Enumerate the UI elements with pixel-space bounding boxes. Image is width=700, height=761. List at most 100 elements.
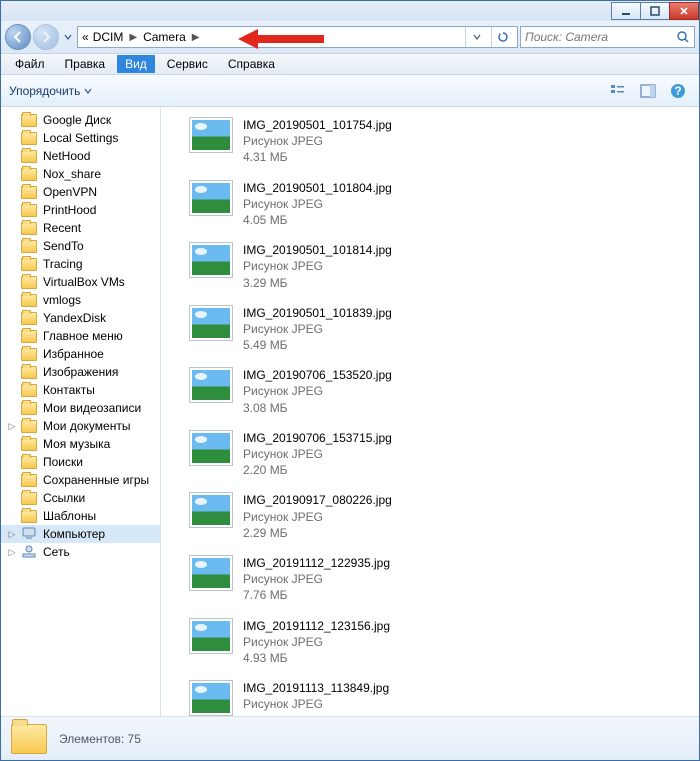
tree-item[interactable]: Контакты — [1, 381, 160, 399]
file-type: Рисунок JPEG — [243, 321, 392, 337]
menu-file[interactable]: Файл — [7, 55, 53, 73]
folder-icon — [21, 222, 37, 235]
network-icon — [21, 545, 37, 559]
tree-item[interactable]: vmlogs — [1, 291, 160, 309]
folder-icon — [21, 204, 37, 217]
search-box[interactable] — [520, 26, 695, 48]
tree-item[interactable]: Мои видеозаписи — [1, 399, 160, 417]
file-item[interactable]: IMG_20191112_122935.jpgРисунок JPEG7.76 … — [161, 551, 699, 614]
file-size: 4.93 МБ — [243, 650, 390, 666]
folder-icon — [21, 438, 37, 451]
folder-icon — [21, 114, 37, 127]
file-item[interactable]: IMG_20191113_113849.jpgРисунок JPEG — [161, 676, 699, 716]
forward-button[interactable] — [33, 24, 59, 50]
menu-edit[interactable]: Правка — [57, 55, 114, 73]
tree-item-label: Recent — [43, 221, 81, 235]
tree-item[interactable]: Tracing — [1, 255, 160, 273]
file-item[interactable]: IMG_20190706_153715.jpgРисунок JPEG2.20 … — [161, 426, 699, 489]
tree-item[interactable]: ▷Компьютер — [1, 525, 160, 543]
tree-item[interactable]: Recent — [1, 219, 160, 237]
tree-item[interactable]: Сохраненные игры — [1, 471, 160, 489]
file-name: IMG_20190501_101814.jpg — [243, 242, 392, 258]
file-name: IMG_20191112_122935.jpg — [243, 555, 390, 571]
organize-button[interactable]: Упорядочить — [9, 84, 92, 98]
minimize-button[interactable] — [611, 2, 641, 20]
file-meta: IMG_20190917_080226.jpgРисунок JPEG2.29 … — [243, 492, 392, 541]
help-button[interactable]: ? — [665, 79, 691, 103]
preview-pane-button[interactable] — [635, 79, 661, 103]
address-dropdown[interactable] — [465, 27, 487, 47]
tree-item-label: Ссылки — [43, 491, 85, 505]
image-thumbnail-icon — [189, 180, 233, 216]
expand-icon[interactable]: ▷ — [7, 529, 17, 540]
chevron-right-icon: ▶ — [127, 32, 139, 43]
file-name: IMG_20191112_123156.jpg — [243, 618, 390, 634]
tree-item[interactable]: SendTo — [1, 237, 160, 255]
tree-item-label: Nox_share — [43, 167, 101, 181]
tree-item[interactable]: VirtualBox VMs — [1, 273, 160, 291]
close-button[interactable] — [669, 2, 699, 20]
tree-item[interactable]: ▷Сеть — [1, 543, 160, 561]
file-name: IMG_20190501_101754.jpg — [243, 117, 392, 133]
file-list[interactable]: IMG_20190501_101754.jpgРисунок JPEG4.31 … — [161, 107, 699, 716]
folder-icon — [21, 240, 37, 253]
svg-text:?: ? — [674, 84, 681, 98]
chevron-right-icon: ▶ — [190, 32, 202, 43]
file-item[interactable]: IMG_20190501_101754.jpgРисунок JPEG4.31 … — [161, 113, 699, 176]
image-thumbnail-icon — [189, 117, 233, 153]
search-input[interactable] — [525, 30, 690, 44]
file-item[interactable]: IMG_20191112_123156.jpgРисунок JPEG4.93 … — [161, 614, 699, 677]
tree-item[interactable]: ▷Мои документы — [1, 417, 160, 435]
refresh-button[interactable] — [491, 27, 513, 47]
folder-icon — [21, 366, 37, 379]
image-thumbnail-icon — [189, 305, 233, 341]
tree-item[interactable]: NetHood — [1, 147, 160, 165]
folder-icon — [21, 168, 37, 181]
tree-item-label: Изображения — [43, 365, 118, 379]
tree-item[interactable]: OpenVPN — [1, 183, 160, 201]
folder-icon — [21, 510, 37, 523]
menu-view[interactable]: Вид — [117, 55, 155, 73]
back-button[interactable] — [5, 24, 31, 50]
tree-item-label: YandexDisk — [43, 311, 106, 325]
file-type: Рисунок JPEG — [243, 383, 392, 399]
image-thumbnail-icon — [189, 680, 233, 716]
breadcrumb-camera[interactable]: Camera — [143, 30, 186, 44]
tree-item-label: SendTo — [43, 239, 84, 253]
folder-icon — [21, 402, 37, 415]
tree-item[interactable]: Google Диск — [1, 111, 160, 129]
file-item[interactable]: IMG_20190501_101804.jpgРисунок JPEG4.05 … — [161, 176, 699, 239]
file-item[interactable]: IMG_20190917_080226.jpgРисунок JPEG2.29 … — [161, 488, 699, 551]
file-size: 2.20 МБ — [243, 462, 392, 478]
history-dropdown[interactable] — [61, 25, 75, 49]
tree-item[interactable]: Ссылки — [1, 489, 160, 507]
breadcrumb-dcim[interactable]: DCIM — [93, 30, 124, 44]
tree-item[interactable]: Nox_share — [1, 165, 160, 183]
file-type: Рисунок JPEG — [243, 571, 390, 587]
tree-item[interactable]: YandexDisk — [1, 309, 160, 327]
file-item[interactable]: IMG_20190501_101839.jpgРисунок JPEG5.49 … — [161, 301, 699, 364]
image-thumbnail-icon — [189, 242, 233, 278]
tree-item[interactable]: Изображения — [1, 363, 160, 381]
tree-item[interactable]: Шаблоны — [1, 507, 160, 525]
file-item[interactable]: IMG_20190706_153520.jpgРисунок JPEG3.08 … — [161, 363, 699, 426]
tree-item[interactable]: Local Settings — [1, 129, 160, 147]
expand-icon[interactable]: ▷ — [7, 547, 17, 558]
nav-tree[interactable]: Google Диск Local Settings NetHood Nox_shar… — [1, 107, 161, 716]
tree-item[interactable]: Избранное — [1, 345, 160, 363]
menu-help[interactable]: Справка — [220, 55, 283, 73]
view-options-button[interactable] — [605, 79, 631, 103]
maximize-button[interactable] — [640, 2, 670, 20]
address-bar[interactable]: « DCIM ▶ Camera ▶ — [77, 26, 518, 48]
tree-item[interactable]: Моя музыка — [1, 435, 160, 453]
tree-item-label: Google Диск — [43, 113, 111, 127]
tree-item[interactable]: PrintHood — [1, 201, 160, 219]
tree-item[interactable]: Главное меню — [1, 327, 160, 345]
expand-icon[interactable]: ▷ — [7, 421, 17, 432]
menu-service[interactable]: Сервис — [159, 55, 216, 73]
breadcrumb-root[interactable]: « — [82, 30, 89, 44]
file-item[interactable]: IMG_20190501_101814.jpgРисунок JPEG3.29 … — [161, 238, 699, 301]
tree-item-label: vmlogs — [43, 293, 81, 307]
tree-item-label: Local Settings — [43, 131, 118, 145]
tree-item[interactable]: Поиски — [1, 453, 160, 471]
